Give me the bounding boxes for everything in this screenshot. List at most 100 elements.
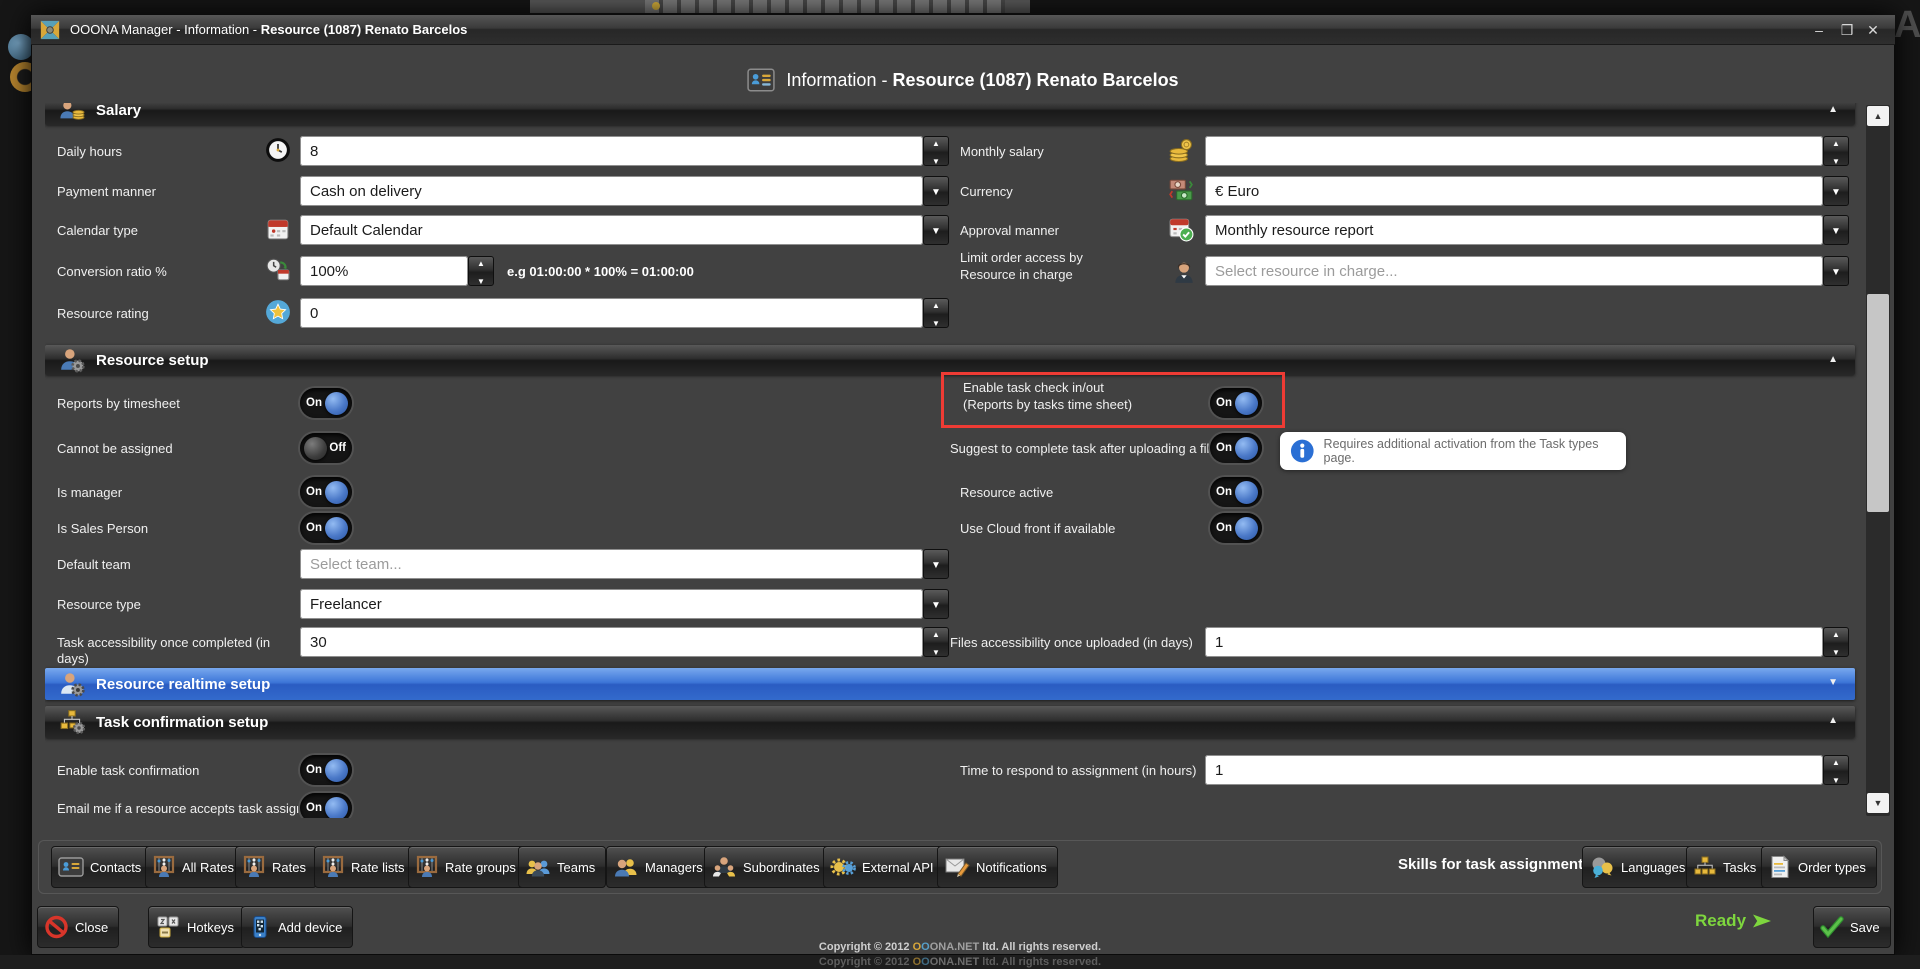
clock-icon [265, 136, 291, 164]
is-manager-label: Is manager [57, 485, 122, 501]
default-team-dropdown-button[interactable] [923, 549, 949, 579]
resource-setup-icon [59, 347, 85, 373]
notifications-icon [944, 855, 970, 879]
form-scroll-area: Salary Daily hours 8 Payment manner Cash… [45, 103, 1862, 818]
section-task-confirmation-setup[interactable]: Task confirmation setup [45, 706, 1855, 738]
section-title: Salary [96, 103, 141, 119]
is-sales-person-toggle[interactable]: On [300, 513, 352, 543]
notifications-button[interactable]: Notifications [937, 846, 1058, 888]
toggle-knob [304, 437, 327, 460]
resource-rating-spinner[interactable] [923, 298, 949, 328]
daily-hours-spinner[interactable] [923, 136, 949, 166]
scrollbar-thumb[interactable] [1867, 294, 1889, 512]
limit-order-label-line2: Resource in charge [960, 267, 1073, 283]
subordinates-button[interactable]: Subordinates [704, 846, 831, 888]
reports-by-timesheet-toggle[interactable]: On [300, 388, 352, 418]
toggle-knob [325, 797, 348, 819]
copyright-text: Copyright © 2012 OOONA.NET ltd. All righ… [0, 941, 1920, 953]
expand-arrow-icon[interactable] [1828, 678, 1838, 688]
default-team-select[interactable]: Select team... [300, 549, 923, 579]
section-title: Resource setup [96, 352, 209, 369]
resource-active-toggle[interactable]: On [1210, 477, 1262, 507]
email-me-toggle[interactable]: On [300, 793, 352, 818]
task-checkinout-label-line2: (Reports by tasks time sheet) [963, 397, 1132, 413]
resource-type-dropdown-button[interactable] [923, 589, 949, 619]
realtime-setup-icon [59, 671, 85, 697]
task-accessibility-input[interactable]: 30 [300, 627, 923, 657]
section-resource-setup[interactable]: Resource setup [45, 345, 1855, 375]
resource-rating-input[interactable]: 0 [300, 298, 923, 328]
tooltip-text: Requires additional activation from the … [1324, 437, 1616, 465]
resource-type-label: Resource type [57, 597, 141, 613]
resource-type-select[interactable]: Freelancer [300, 589, 923, 619]
ready-status: Ready [1695, 911, 1772, 931]
toggle-knob [1235, 437, 1258, 460]
payment-manner-select[interactable]: Cash on delivery [300, 176, 923, 206]
resource-in-charge-dropdown-button[interactable] [1823, 256, 1849, 286]
cannot-be-assigned-toggle[interactable]: Off [300, 433, 352, 463]
resource-in-charge-select[interactable]: Select resource in charge... [1205, 256, 1823, 286]
external-api-button[interactable]: External API [823, 846, 945, 888]
resource-rating-label: Resource rating [57, 306, 149, 322]
conversion-icon [265, 256, 291, 284]
time-to-respond-input[interactable]: 1 [1205, 755, 1823, 785]
tasks-button[interactable]: Tasks [1686, 846, 1767, 888]
section-title: Resource realtime setup [96, 676, 270, 693]
rates-abacus-icon [242, 855, 266, 879]
time-to-respond-spinner[interactable] [1823, 755, 1849, 785]
task-checkinout-toggle[interactable]: On [1210, 388, 1262, 418]
section-salary[interactable]: Salary [45, 103, 1855, 125]
calendar-type-select[interactable]: Default Calendar [300, 215, 923, 245]
monthly-salary-spinner[interactable] [1823, 136, 1849, 166]
rates-button[interactable]: Rates [235, 846, 317, 888]
conversion-ratio-spinner[interactable] [468, 256, 494, 286]
monthly-salary-input[interactable] [1205, 136, 1823, 166]
calendar-type-dropdown-button[interactable] [923, 215, 949, 245]
suggest-complete-toggle[interactable]: On [1210, 433, 1262, 463]
window-title: OOONA Manager - Information - Resource (… [70, 22, 467, 37]
collapse-arrow-icon[interactable] [1828, 716, 1838, 726]
task-accessibility-spinner[interactable] [923, 627, 949, 657]
toggle-knob [325, 759, 348, 782]
minimize-button[interactable] [1806, 19, 1832, 41]
files-accessibility-input[interactable]: 1 [1205, 627, 1823, 657]
teams-button[interactable]: Teams [518, 846, 606, 888]
scroll-up-button[interactable] [1867, 106, 1889, 126]
managers-icon [613, 855, 639, 879]
task-checkinout-label-line1: Enable task check in/out [963, 380, 1104, 396]
scroll-down-button[interactable] [1867, 793, 1889, 813]
all-rates-button[interactable]: All Rates [145, 846, 245, 888]
languages-button[interactable]: Languages [1582, 846, 1696, 888]
toggle-knob [1235, 517, 1258, 540]
teams-icon [525, 855, 551, 879]
currency-select[interactable]: € Euro [1205, 176, 1823, 206]
tasks-icon [1693, 855, 1717, 879]
files-accessibility-spinner[interactable] [1823, 627, 1849, 657]
files-accessibility-label: Files accessibility once uploaded (in da… [950, 635, 1193, 651]
save-check-icon [1820, 915, 1844, 939]
contacts-button[interactable]: Contacts [51, 846, 152, 888]
approval-manner-label: Approval manner [960, 223, 1059, 239]
collapse-arrow-icon[interactable] [1828, 355, 1838, 365]
app-logo-icon [39, 19, 61, 41]
rate-lists-button[interactable]: Rate lists [314, 846, 415, 888]
currency-dropdown-button[interactable] [1823, 176, 1849, 206]
cloud-front-toggle[interactable]: On [1210, 513, 1262, 543]
payment-manner-dropdown-button[interactable] [923, 176, 949, 206]
close-window-button[interactable] [1860, 19, 1886, 41]
enable-task-confirmation-toggle[interactable]: On [300, 755, 352, 785]
info-tooltip: Requires additional activation from the … [1280, 432, 1626, 470]
rate-groups-button[interactable]: Rate groups [408, 846, 527, 888]
order-types-button[interactable]: Order types [1761, 846, 1877, 888]
conversion-ratio-input[interactable]: 100% [300, 256, 468, 286]
managers-button[interactable]: Managers [606, 846, 714, 888]
collapse-arrow-icon[interactable] [1828, 105, 1838, 115]
daily-hours-input[interactable]: 8 [300, 136, 923, 166]
approval-manner-dropdown-button[interactable] [1823, 215, 1849, 245]
approval-manner-select[interactable]: Monthly resource report [1205, 215, 1823, 245]
maximize-button[interactable] [1834, 19, 1860, 41]
payment-manner-label: Payment manner [57, 184, 156, 200]
background-window-tabs [645, 0, 1005, 13]
section-resource-realtime-setup[interactable]: Resource realtime setup [45, 668, 1855, 700]
is-manager-toggle[interactable]: On [300, 477, 352, 507]
